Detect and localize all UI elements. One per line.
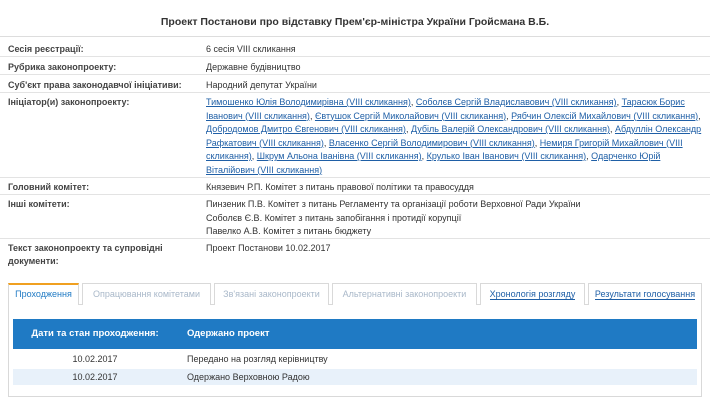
- divider: [0, 92, 710, 93]
- subject-value: Народний депутат України: [206, 80, 317, 90]
- main-committee-value: Князевич Р.П. Комітет з питань правової …: [206, 182, 474, 192]
- committee-item: Соболєв Є.В. Комітет з питань запобіганн…: [206, 212, 462, 223]
- initiator-link[interactable]: Крулько Іван Іванович (VIII скликання): [427, 151, 587, 161]
- initiator-link[interactable]: Тимошенко Юлія Володимирівна (VIII склик…: [206, 97, 411, 107]
- tab-progress[interactable]: Проходження: [8, 283, 79, 305]
- header-status: Одержано проект: [187, 328, 270, 339]
- divider: [0, 36, 710, 37]
- divider: [0, 238, 710, 239]
- tab-bar: Проходження Опрацювання комітетами Зв'яз…: [8, 283, 702, 305]
- other-committees-list: Пинзеник П.В. Комітет з питань Регламент…: [206, 198, 702, 239]
- initiator-link[interactable]: Шкрум Альона Іванівна (VIII скликання): [257, 151, 422, 161]
- divider: [0, 177, 710, 178]
- table-header: Дати та стан проходження: Одержано проек…: [13, 319, 697, 349]
- initiator-link[interactable]: Соболєв Сергій Владиславович (VIII склик…: [416, 97, 617, 107]
- rubric-value: Державне будівництво: [206, 62, 301, 72]
- other-committees-label: Інші комітети:: [8, 199, 70, 209]
- divider: [0, 194, 710, 195]
- tab-chronology[interactable]: Хронологія розгляду: [480, 283, 585, 305]
- progress-panel: Дати та стан проходження: Одержано проек…: [8, 305, 702, 397]
- row-date: 10.02.2017: [72, 372, 118, 382]
- initiator-link[interactable]: Дубіль Валерій Олександрович (VIII склик…: [411, 124, 610, 134]
- header-date: Дати та стан проходження:: [31, 328, 159, 339]
- tab-voting-results[interactable]: Результати голосування: [588, 283, 702, 305]
- committee-item: Павелко А.В. Комітет з питань бюджету: [206, 226, 372, 236]
- initiators-list: Тимошенко Юлія Володимирівна (VIII склик…: [206, 97, 702, 175]
- text-label: Текст законопроекту та супровідні докуме…: [8, 243, 163, 266]
- session-label: Сесія реєстрації:: [8, 44, 84, 54]
- subject-label: Суб'єкт права законодавчої ініціативи:: [8, 80, 182, 90]
- session-value: 6 сесія VIII скликання: [206, 44, 296, 54]
- initiator-link[interactable]: Євтушок Сергій Миколайович (VIII скликан…: [315, 111, 506, 121]
- initiator-link[interactable]: Добродомов Дмитро Євгенович (VIII склика…: [206, 124, 406, 134]
- divider: [0, 56, 710, 57]
- tab-alternative-bills[interactable]: Альтернативні законопроекти: [332, 283, 477, 305]
- page-title: Проект Постанови про відставку Прем'єр-м…: [160, 16, 550, 28]
- rubric-label: Рубрика законопроекту:: [8, 62, 117, 72]
- table-row: 10.02.2017 Одержано Верховною Радою: [13, 369, 697, 385]
- tab-committee-processing[interactable]: Опрацювання комітетами: [82, 283, 211, 305]
- row-status: Одержано Верховною Радою: [187, 372, 310, 382]
- table-row: 10.02.2017 Передано на розгляд керівницт…: [13, 351, 697, 367]
- bill-card: Проект Постанови про відставку Прем'єр-м…: [0, 0, 710, 406]
- initiator-link[interactable]: Власенко Сергій Володимирович (VIII скли…: [329, 138, 535, 148]
- initiators-label: Ініціатор(и) законопроекту:: [8, 97, 130, 107]
- row-date: 10.02.2017: [72, 354, 118, 364]
- tab-related-bills[interactable]: Зв'язані законопроекти: [214, 283, 329, 305]
- committee-item: Пинзеник П.В. Комітет з питань Регламент…: [206, 199, 581, 209]
- main-committee-label: Головний комітет:: [8, 182, 90, 192]
- text-value: Проект Постанови 10.02.2017: [206, 243, 331, 253]
- divider: [0, 74, 710, 75]
- row-status: Передано на розгляд керівництву: [187, 354, 328, 364]
- initiator-link[interactable]: Рябчин Олексій Михайлович (VIII скликанн…: [511, 111, 698, 121]
